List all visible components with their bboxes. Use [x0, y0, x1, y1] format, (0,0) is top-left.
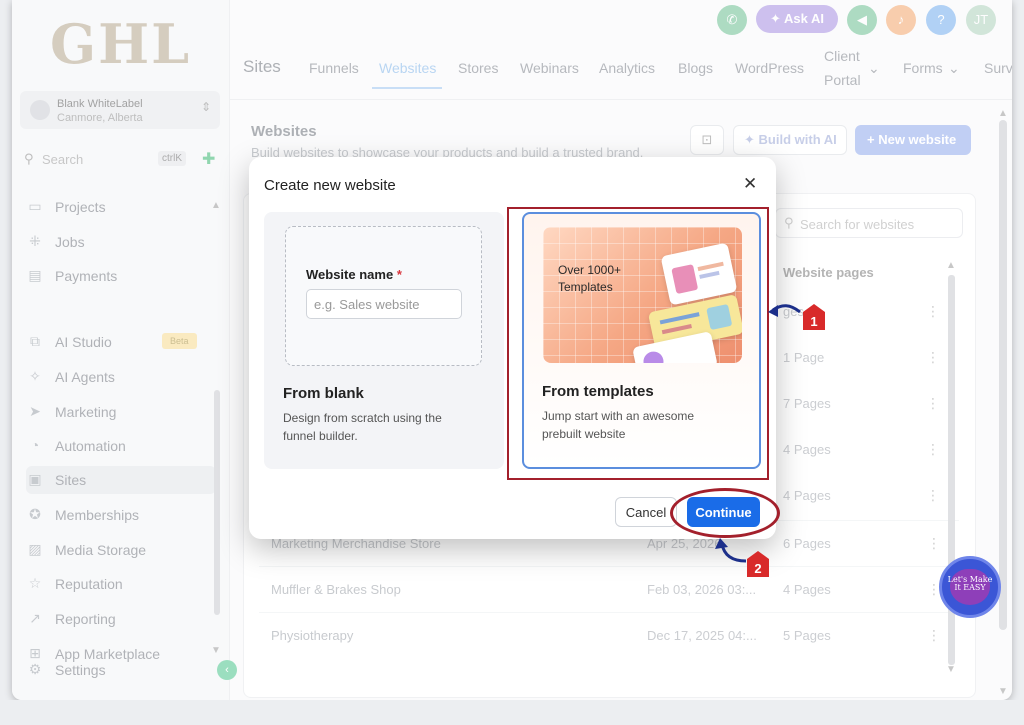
cancel-button[interactable]: Cancel [615, 497, 677, 527]
step-marker-1: 1 [803, 304, 825, 330]
modal-title: Create new website [264, 177, 396, 194]
bottom-strip [0, 700, 1024, 725]
step-marker-2: 2 [747, 551, 769, 577]
website-name-label: Website name * [306, 267, 402, 282]
from-blank-title: From blank [283, 385, 364, 402]
website-name-form: Website name * [285, 226, 482, 366]
watermark-text: Let's Make It EASY [947, 575, 993, 592]
continue-highlight-ellipse [670, 488, 780, 538]
website-name-label-text: Website name [306, 267, 394, 282]
from-blank-option[interactable]: Website name * From blank Design from sc… [264, 212, 504, 469]
watermark-badge: Let's Make It EASY [939, 556, 1001, 618]
website-name-input[interactable] [306, 289, 462, 319]
templates-highlight-frame [507, 207, 769, 480]
required-mark: * [396, 267, 402, 282]
from-blank-description: Design from scratch using the funnel bui… [283, 411, 442, 443]
close-icon[interactable]: ✕ [743, 174, 757, 194]
